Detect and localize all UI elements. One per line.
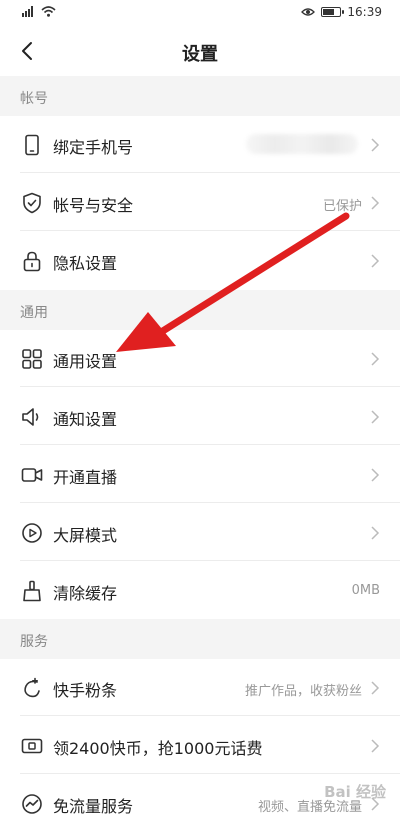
row-label: 通知设置 [53, 410, 118, 429]
settings-row-general-settings[interactable]: 通用设置 [0, 330, 400, 387]
watermark: Bai 经验 [324, 783, 386, 801]
chevron-right-icon [371, 681, 380, 695]
divider [20, 560, 400, 561]
section-title: 服务 [20, 634, 48, 650]
settings-row-big-screen[interactable]: 大屏模式 [0, 504, 400, 561]
section-title: 通用 [20, 305, 48, 321]
row-value: 0MB [351, 583, 380, 598]
broom-icon [23, 580, 41, 602]
divider [20, 230, 400, 231]
row-label: 绑定手机号 [53, 138, 134, 157]
speaker-icon [22, 408, 39, 426]
speed-icon [22, 794, 42, 814]
camera-icon [21, 468, 43, 482]
signal-icon [22, 6, 33, 17]
divider [20, 172, 400, 173]
row-label: 清除缓存 [53, 584, 118, 603]
row-label: 快手粉条 [53, 681, 118, 700]
phone-icon [25, 134, 39, 156]
lock-icon [23, 251, 41, 272]
divider [20, 386, 400, 387]
grid-icon [22, 349, 42, 369]
row-value: 已保护 [322, 199, 362, 214]
status-left [22, 6, 56, 17]
settings-row-open-live[interactable]: 开通直播 [0, 446, 400, 503]
row-label: 免流量服务 [53, 797, 134, 816]
sprout-icon [24, 677, 40, 698]
battery-fill [323, 9, 335, 15]
row-label: 领2400快币，抢1000元话费 [53, 739, 263, 758]
chevron-right-icon [371, 196, 380, 210]
settings-row-privacy[interactable]: 隐私设置 [0, 232, 400, 289]
section-title: 帐号 [20, 91, 48, 107]
divider [20, 444, 400, 445]
divider [20, 502, 400, 503]
status-bar: 16:39 [0, 0, 400, 26]
divider [20, 715, 400, 716]
coin-card-icon [21, 738, 43, 754]
chevron-right-icon [371, 468, 380, 482]
row-label: 隐私设置 [53, 254, 118, 273]
settings-row-coin-offer[interactable]: 领2400快币，抢1000元话费 [0, 717, 400, 774]
chevron-right-icon [371, 352, 380, 366]
settings-row-bind-phone[interactable]: 绑定手机号 [0, 116, 400, 173]
status-time: 16:39 [347, 5, 382, 19]
eye-icon [301, 8, 316, 16]
row-value: 推广作品，收获粉丝 [244, 684, 362, 699]
section-header-service: 服务 [0, 619, 400, 659]
row-label: 通用设置 [53, 352, 118, 371]
section-header-account: 帐号 [0, 76, 400, 116]
chevron-right-icon [371, 410, 380, 424]
page-title: 设置 [182, 44, 218, 65]
header: 设置 [0, 26, 400, 76]
divider [20, 773, 400, 774]
chevron-right-icon [371, 526, 380, 540]
blurred-phone-number [246, 134, 358, 154]
chevron-right-icon [371, 254, 380, 268]
section-header-general: 通用 [0, 290, 400, 330]
shield-icon [23, 192, 41, 214]
chevron-right-icon [371, 739, 380, 753]
status-right: 16:39 [301, 5, 382, 19]
wifi-icon [41, 6, 56, 17]
settings-row-fans-promotion[interactable]: 快手粉条 推广作品，收获粉丝 [0, 659, 400, 716]
play-icon [22, 523, 42, 543]
chevron-right-icon [371, 138, 380, 152]
settings-row-account-security[interactable]: 帐号与安全 已保护 [0, 174, 400, 231]
row-label: 帐号与安全 [53, 196, 134, 215]
battery-icon [321, 7, 345, 17]
row-label: 大屏模式 [53, 526, 118, 545]
settings-row-clear-cache[interactable]: 清除缓存 0MB [0, 562, 400, 619]
row-label: 开通直播 [53, 468, 118, 487]
settings-row-notifications[interactable]: 通知设置 [0, 388, 400, 445]
